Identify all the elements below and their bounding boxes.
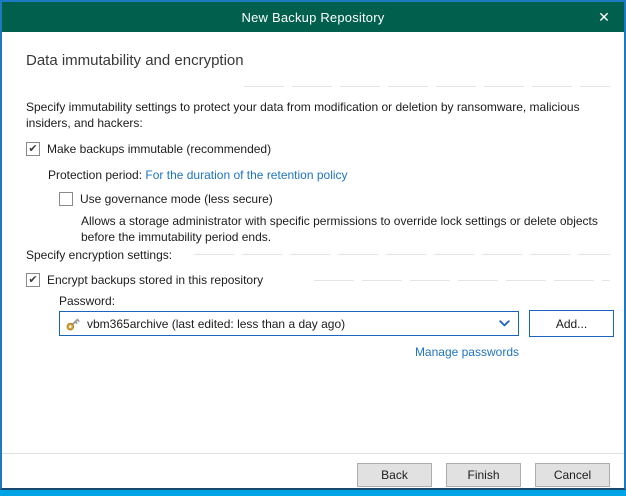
manage-passwords-link[interactable]: Manage passwords: [415, 345, 519, 359]
make-backups-immutable-label: Make backups immutable (recommended): [47, 142, 271, 156]
immutability-intro-text: Specify immutability settings to protect…: [26, 99, 580, 131]
governance-mode-checkbox[interactable]: [59, 192, 73, 206]
governance-description: Allows a storage administrator with spec…: [81, 213, 598, 245]
protection-period-row: Protection period: For the duration of t…: [48, 168, 348, 182]
window-title: New Backup Repository: [242, 10, 385, 25]
titlebar: New Backup Repository ✕: [2, 2, 624, 32]
heading-separator: [244, 86, 610, 87]
chevron-down-icon[interactable]: [499, 320, 510, 327]
finish-button[interactable]: Finish: [446, 463, 521, 487]
password-label: Password:: [59, 294, 115, 308]
page-title: Data immutability and encryption: [26, 52, 244, 69]
make-backups-immutable-row: ✔ Make backups immutable (recommended): [26, 142, 271, 156]
password-combobox[interactable]: vbm365archive (last edited: less than a …: [59, 311, 519, 336]
footer-separator: [2, 453, 624, 454]
password-selected-value: vbm365archive (last edited: less than a …: [87, 317, 493, 331]
protection-period-link[interactable]: For the duration of the retention policy: [145, 168, 347, 182]
encryption-intro-text: Specify encryption settings:: [26, 248, 172, 262]
checkmark-icon: ✔: [28, 142, 37, 156]
footer-buttons: Back Finish Cancel: [357, 463, 610, 487]
manage-passwords-row: Manage passwords: [59, 343, 519, 361]
back-button[interactable]: Back: [357, 463, 432, 487]
key-icon: [65, 316, 81, 332]
make-backups-immutable-checkbox[interactable]: ✔: [26, 142, 40, 156]
governance-mode-label: Use governance mode (less secure): [80, 192, 273, 206]
encrypt-row-separator: [314, 280, 610, 281]
protection-period-label: Protection period:: [48, 168, 142, 182]
encryption-separator: [194, 254, 610, 255]
dialog-window: New Backup Repository ✕ Data immutabilit…: [0, 0, 626, 490]
checkmark-icon: ✔: [28, 273, 37, 287]
encrypt-backups-checkbox[interactable]: ✔: [26, 273, 40, 287]
cancel-button[interactable]: Cancel: [535, 463, 610, 487]
close-icon[interactable]: ✕: [584, 2, 624, 32]
encrypt-backups-label: Encrypt backups stored in this repositor…: [47, 273, 263, 287]
encrypt-backups-row: ✔ Encrypt backups stored in this reposit…: [26, 273, 263, 287]
governance-mode-row: Use governance mode (less secure): [59, 192, 273, 206]
add-password-button[interactable]: Add...: [529, 310, 614, 337]
